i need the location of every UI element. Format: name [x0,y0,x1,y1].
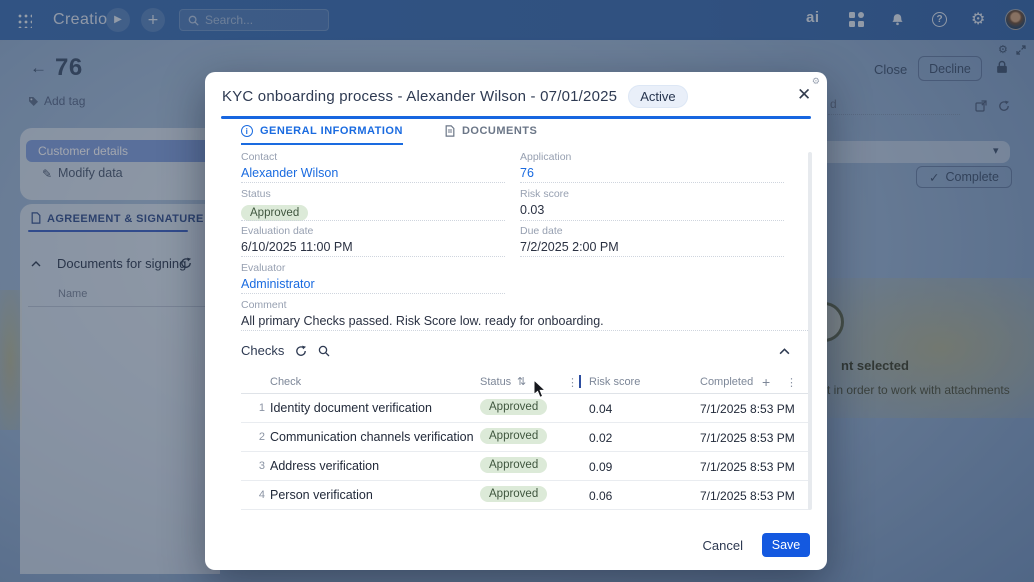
col-risk: Risk score [589,376,640,388]
row-check: Person verification [270,488,373,502]
modal-settings-gear-icon[interactable]: ⚙ [812,77,820,87]
field-evaluator[interactable]: Evaluator Administrator [241,262,505,291]
field-due-date[interactable]: Due date 7/2/2025 2:00 PM [520,225,784,254]
row-completed: 7/1/2025 8:53 PM [700,489,795,503]
row-completed: 7/1/2025 8:53 PM [700,431,795,445]
status-badge: Active [628,85,687,108]
check-table-row[interactable]: 1 Identity document verification Approve… [241,394,810,423]
field-application[interactable]: Application 76 [520,151,784,180]
search-icon[interactable] [318,345,330,357]
sort-icon[interactable]: ⇅ [517,375,526,388]
check-table-row[interactable]: 3 Address verification Approved 0.09 7/1… [241,452,810,481]
status-pill: Approved [241,205,308,221]
row-check: Communication channels verification [270,430,474,444]
tab-documents[interactable]: DOCUMENTS [445,125,537,145]
modal-title: KYC onboarding process - Alexander Wilso… [222,88,617,105]
checks-section-title: Checks [241,343,284,358]
row-num: 3 [259,460,265,472]
tab-panel-accent [221,116,811,119]
refresh-icon[interactable] [295,345,307,357]
checks-table-header: Check Status ⇅ ⋮ Risk score Completed + … [241,372,810,394]
field-evaluation-date[interactable]: Evaluation date 6/10/2025 11:00 PM [241,225,505,254]
save-button[interactable]: Save [762,533,810,557]
field-status[interactable]: Status Approved [241,188,505,221]
row-completed: 7/1/2025 8:53 PM [700,402,795,416]
collapse-checks-chevron-icon[interactable] [779,348,790,355]
row-status-pill: Approved [480,428,547,444]
cancel-button[interactable]: Cancel [703,538,743,553]
row-risk: 0.04 [589,402,612,416]
add-column-icon[interactable]: + [762,374,770,390]
col-check: Check [270,376,301,388]
app-root: Creatio ▶ + Search... ai ? ⚙ ← 76 Add ta… [0,0,1034,582]
column-menu-icon[interactable]: ⋮ [786,376,797,389]
row-risk: 0.02 [589,431,612,445]
row-risk: 0.06 [589,489,612,503]
checks-table-body: 1 Identity document verification Approve… [241,394,810,510]
column-menu-icon[interactable]: ⋮ [567,376,578,389]
mouse-cursor [533,379,547,399]
row-num: 1 [259,402,265,414]
col-completed: Completed [700,376,753,388]
row-status-pill: Approved [480,457,547,473]
kyc-modal: ⚙ KYC onboarding process - Alexander Wil… [205,72,827,570]
info-icon: i [241,125,253,137]
field-risk-score[interactable]: Risk score 0.03 [520,188,784,217]
modal-scrollbar[interactable] [808,152,812,510]
document-icon [445,125,455,137]
application-link[interactable]: 76 [520,166,784,180]
row-status-pill: Approved [480,486,547,502]
row-num: 4 [259,489,265,501]
row-check: Identity document verification [270,401,432,415]
field-comment[interactable]: Comment All primary Checks passed. Risk … [241,299,810,328]
check-table-row[interactable]: 4 Person verification Approved 0.06 7/1/… [241,481,810,510]
row-num: 2 [259,431,265,443]
row-risk: 0.09 [589,460,612,474]
contact-link[interactable]: Alexander Wilson [241,166,505,180]
tab-general-information[interactable]: i GENERAL INFORMATION [241,125,403,145]
check-table-row[interactable]: 2 Communication channels verification Ap… [241,423,810,452]
row-completed: 7/1/2025 8:53 PM [700,460,795,474]
field-contact[interactable]: Contact Alexander Wilson [241,151,505,180]
column-drag-indicator [579,375,581,388]
col-status: Status [480,376,511,388]
evaluator-link[interactable]: Administrator [241,277,505,291]
row-check: Address verification [270,459,379,473]
modal-close-icon[interactable]: ✕ [797,86,811,103]
row-status-pill: Approved [480,399,547,415]
